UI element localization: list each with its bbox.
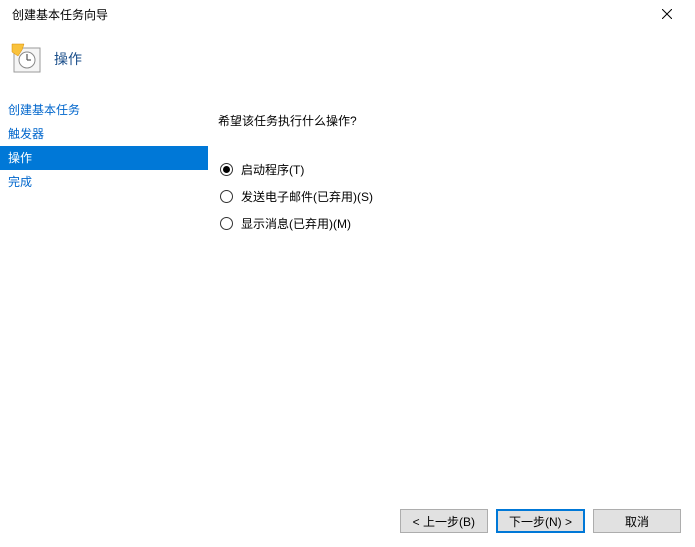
sidebar-item-create-task[interactable]: 创建基本任务 (0, 98, 208, 122)
close-icon (662, 9, 672, 19)
wizard-footer: < 上一步(B) 下一步(N) > 取消 (400, 509, 681, 533)
wizard-steps-sidebar: 创建基本任务 触发器 操作 完成 (0, 98, 208, 498)
radio-indicator (220, 163, 233, 176)
radio-option-display-message[interactable]: 显示消息(已弃用)(M) (220, 215, 685, 232)
radio-label: 启动程序(T) (241, 161, 304, 178)
titlebar: 创建基本任务向导 (0, 0, 695, 28)
action-prompt: 希望该任务执行什么操作? (218, 112, 685, 129)
radio-indicator (220, 190, 233, 203)
cancel-button[interactable]: 取消 (593, 509, 681, 533)
wizard-header: 操作 (0, 28, 695, 98)
close-button[interactable] (647, 0, 687, 28)
back-button[interactable]: < 上一步(B) (400, 509, 488, 533)
radio-label: 显示消息(已弃用)(M) (241, 215, 351, 232)
wizard-body: 创建基本任务 触发器 操作 完成 希望该任务执行什么操作? 启动程序(T) 发送… (0, 98, 695, 498)
window-title: 创建基本任务向导 (8, 6, 108, 23)
task-clock-icon (10, 42, 44, 76)
next-button[interactable]: 下一步(N) > (496, 509, 585, 533)
wizard-content: 希望该任务执行什么操作? 启动程序(T) 发送电子邮件(已弃用)(S) 显示消息… (208, 98, 695, 498)
sidebar-item-finish[interactable]: 完成 (0, 170, 208, 194)
sidebar-item-action[interactable]: 操作 (0, 146, 208, 170)
sidebar-item-trigger[interactable]: 触发器 (0, 122, 208, 146)
action-radio-group: 启动程序(T) 发送电子邮件(已弃用)(S) 显示消息(已弃用)(M) (218, 161, 685, 232)
radio-option-send-email[interactable]: 发送电子邮件(已弃用)(S) (220, 188, 685, 205)
radio-indicator (220, 217, 233, 230)
radio-label: 发送电子邮件(已弃用)(S) (241, 188, 373, 205)
radio-option-start-program[interactable]: 启动程序(T) (220, 161, 685, 178)
page-title: 操作 (54, 49, 82, 69)
